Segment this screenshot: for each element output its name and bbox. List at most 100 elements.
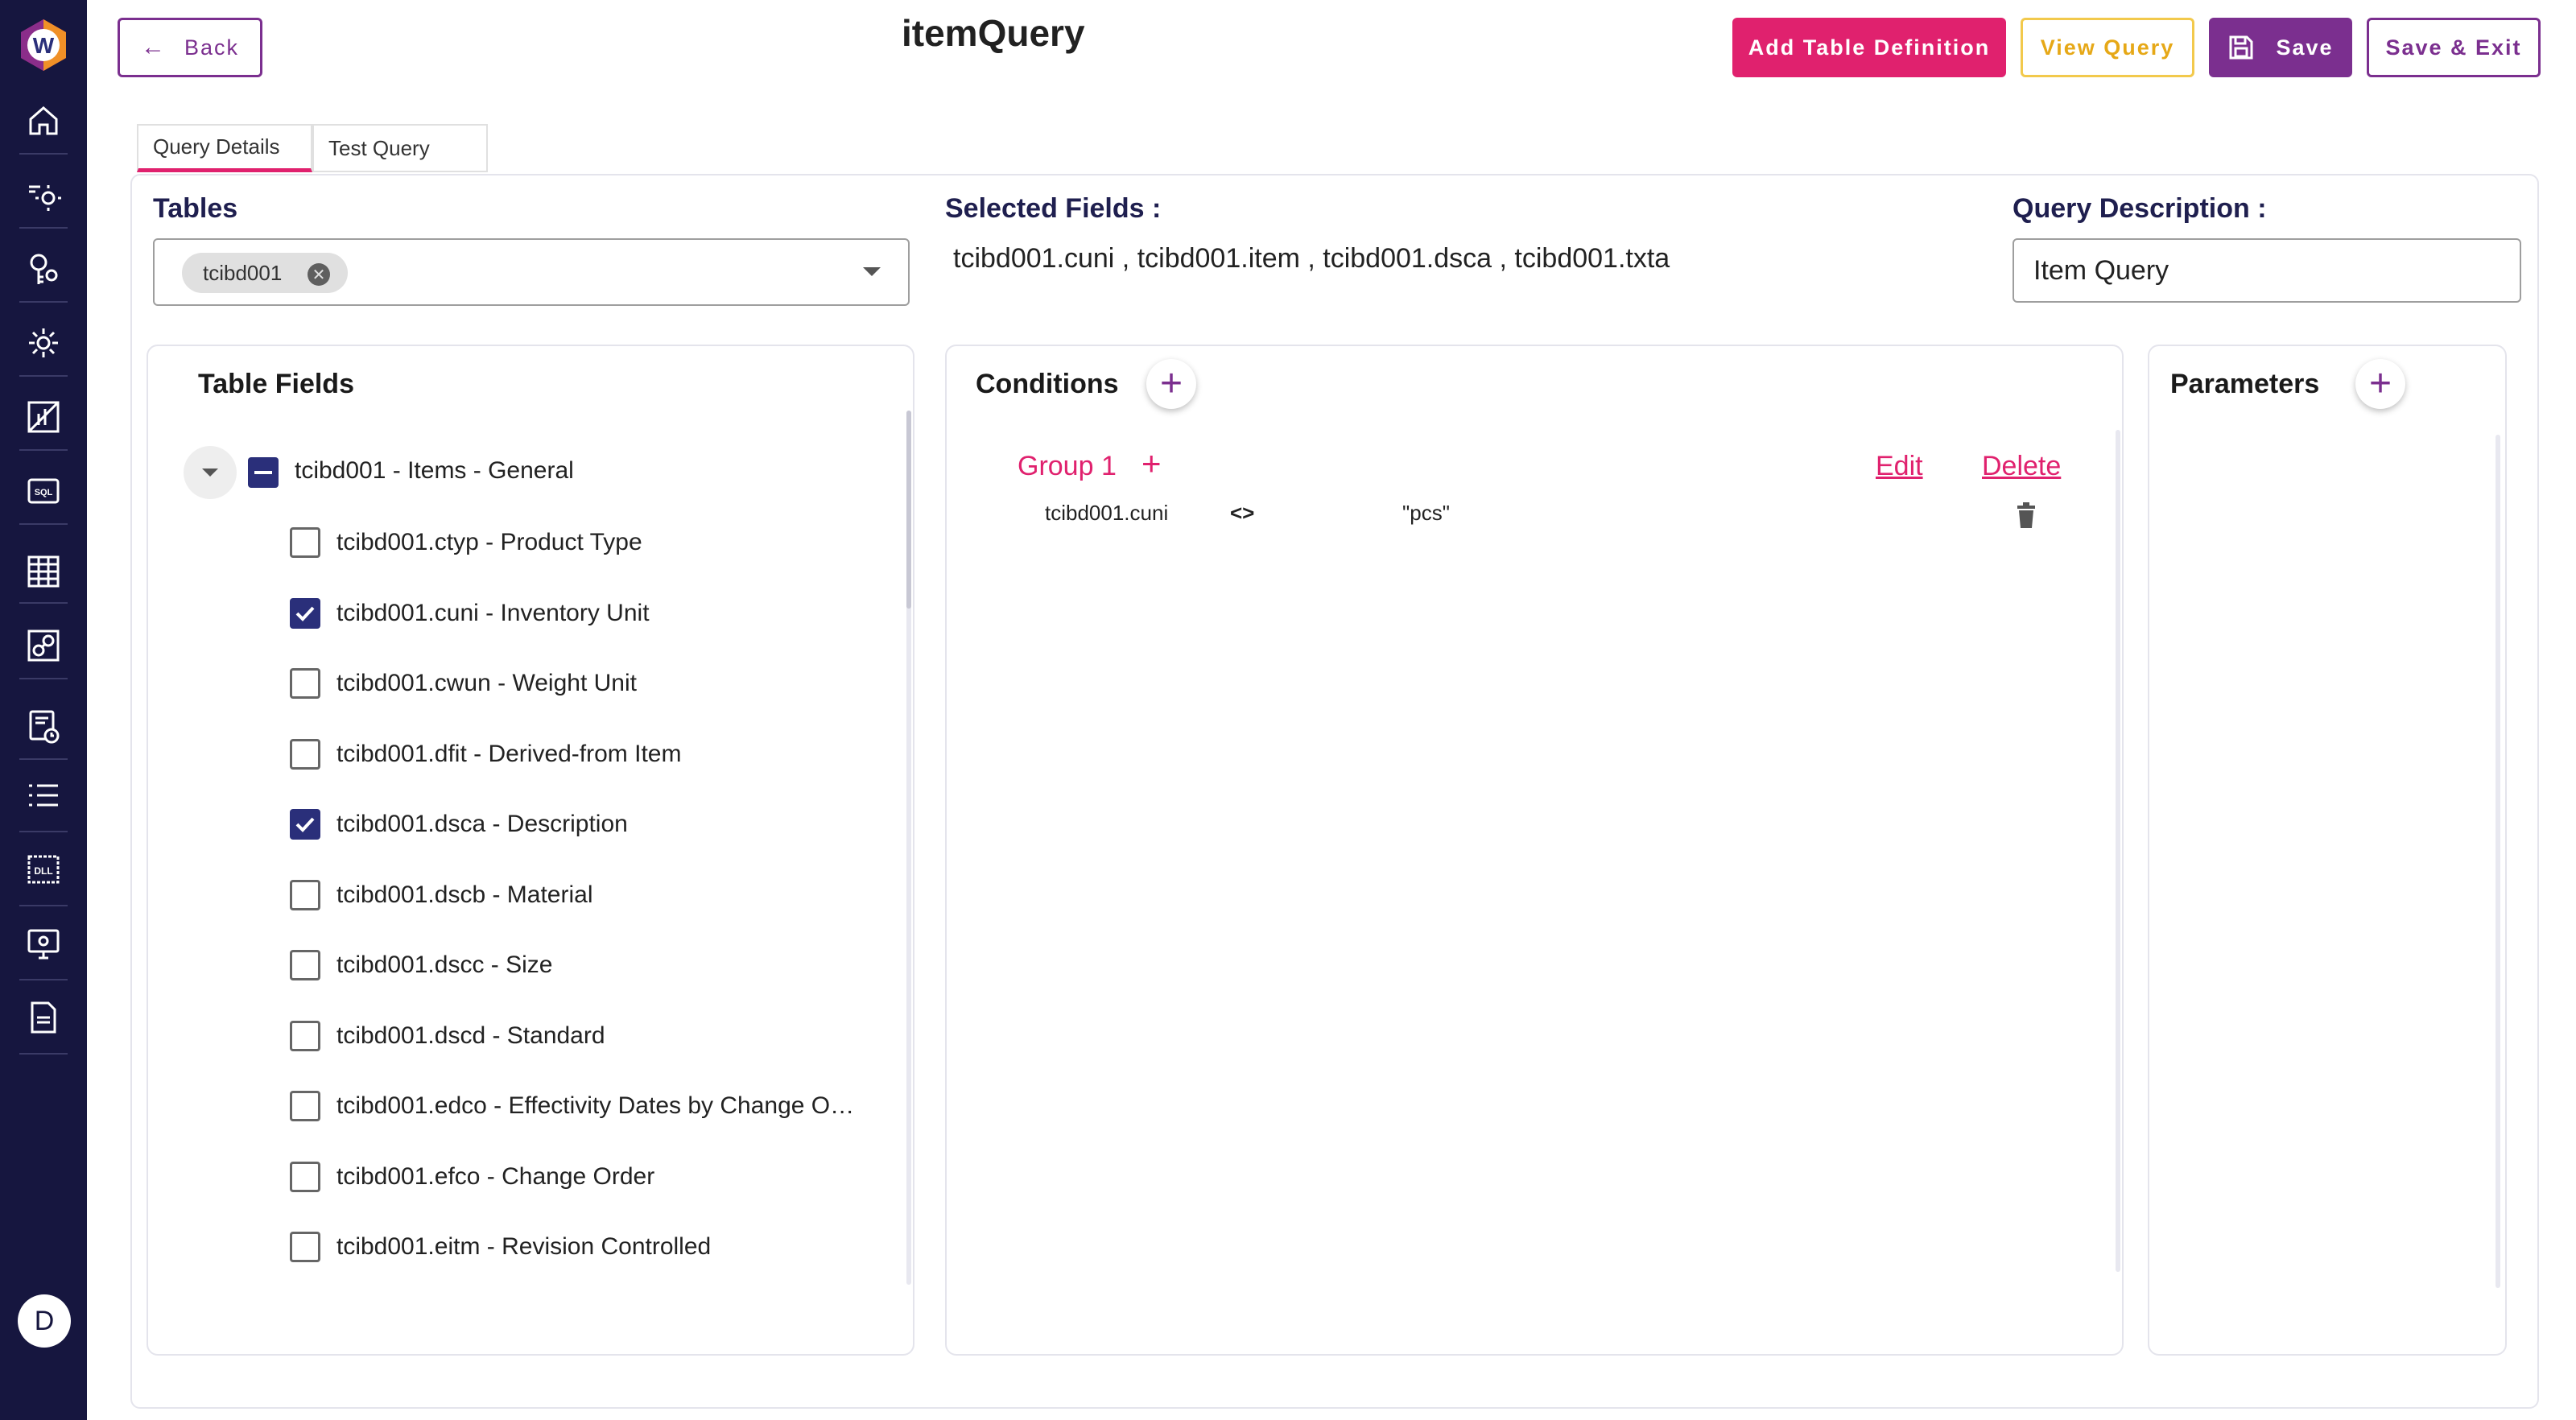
- field-label: tcibd001.dfit - Derived-from Item: [336, 741, 682, 767]
- checkbox-unchecked[interactable]: [290, 950, 320, 980]
- back-button[interactable]: ← Back: [118, 18, 262, 77]
- condition-field: tcibd001.cuni: [1045, 501, 1169, 525]
- checkbox-unchecked[interactable]: [290, 1232, 320, 1262]
- conditions-card: Conditions +: [945, 345, 2124, 1356]
- conditions-title: Conditions: [976, 369, 1119, 399]
- schedule-report-icon[interactable]: [24, 707, 63, 745]
- save-and-exit-button[interactable]: Save & Exit: [2367, 18, 2541, 77]
- gear-icon[interactable]: [24, 324, 63, 362]
- checkbox-checked[interactable]: [290, 598, 320, 629]
- check-icon: [295, 817, 315, 832]
- sidebar-separator: [19, 301, 68, 303]
- delete-group-link[interactable]: Delete: [1982, 451, 2061, 482]
- edit-group-link[interactable]: Edit: [1876, 451, 1923, 482]
- table-fields-title: Table Fields: [198, 369, 354, 399]
- user-avatar[interactable]: D: [18, 1294, 71, 1348]
- sql-icon[interactable]: SQL: [24, 472, 63, 510]
- condition-operator: <>: [1230, 501, 1255, 525]
- field-label: tcibd001.dscc - Size: [336, 951, 553, 978]
- table-icon[interactable]: [24, 552, 63, 591]
- app-root: W SQL DLL D ← Back itemQuery Add Table D…: [0, 0, 2576, 1420]
- save-button[interactable]: Save: [2209, 18, 2352, 77]
- checkbox-unchecked[interactable]: [290, 880, 320, 910]
- svg-text:DLL: DLL: [34, 865, 52, 877]
- parameters-scrollbar[interactable]: [2496, 435, 2500, 1288]
- sidebar-separator: [19, 375, 68, 377]
- checkbox-unchecked[interactable]: [290, 1162, 320, 1192]
- field-label: tcibd001.edco - Effectivity Dates by Cha…: [336, 1092, 860, 1119]
- tab-test-query[interactable]: Test Query: [312, 124, 488, 172]
- document-icon[interactable]: [24, 998, 63, 1037]
- expand-toggle-icon[interactable]: [184, 446, 237, 499]
- group-label: Group 1: [1018, 451, 1117, 481]
- field-row[interactable]: tcibd001.edco - Effectivity Dates by Cha…: [290, 1088, 860, 1124]
- query-description-input[interactable]: [2013, 238, 2521, 303]
- view-query-button[interactable]: View Query: [2021, 18, 2194, 77]
- home-icon[interactable]: [24, 101, 63, 140]
- add-parameter-button[interactable]: +: [2355, 359, 2405, 409]
- monitor-icon[interactable]: [24, 924, 63, 963]
- checkbox-unchecked[interactable]: [290, 1091, 320, 1121]
- field-label: tcibd001.eitm - Revision Controlled: [336, 1233, 712, 1260]
- svg-text:W: W: [33, 33, 55, 58]
- svg-text:SQL: SQL: [35, 488, 53, 497]
- table-fields-scroll-thumb[interactable]: [906, 411, 911, 609]
- root-checkbox[interactable]: [248, 457, 279, 488]
- settings-flow-icon[interactable]: [24, 175, 63, 214]
- tree-root-node: tcibd001 - Items - General: [184, 446, 574, 499]
- tree-root-label: tcibd001 - Items - General: [295, 457, 574, 484]
- sidebar-separator: [19, 678, 68, 679]
- chevron-down-icon[interactable]: [863, 267, 881, 276]
- sidebar-separator: [19, 831, 68, 832]
- field-row[interactable]: tcibd001.dscc - Size: [290, 947, 552, 983]
- checkbox-unchecked[interactable]: [290, 739, 320, 770]
- condition-value: "pcs": [1402, 501, 1450, 525]
- tab-query-details[interactable]: Query Details: [137, 124, 312, 172]
- field-row[interactable]: tcibd001.cwun - Weight Unit: [290, 666, 637, 701]
- field-row[interactable]: tcibd001.ctyp - Product Type: [290, 525, 642, 560]
- sidebar: W SQL DLL D: [0, 0, 87, 1420]
- selected-fields-label: Selected Fields :: [945, 193, 1162, 224]
- field-label: tcibd001.dscb - Material: [336, 881, 593, 908]
- trash-icon[interactable]: [2016, 502, 2037, 528]
- field-row[interactable]: tcibd001.dsca - Description: [290, 807, 628, 842]
- field-row[interactable]: tcibd001.dscd - Standard: [290, 1018, 605, 1054]
- logo-icon[interactable]: W: [18, 18, 69, 72]
- list-icon[interactable]: [24, 776, 63, 815]
- sidebar-separator: [19, 905, 68, 906]
- sidebar-separator: [19, 227, 68, 229]
- page-title: itemQuery: [902, 12, 1085, 54]
- field-label: tcibd001.efco - Change Order: [336, 1163, 655, 1190]
- dll-icon[interactable]: DLL: [24, 850, 63, 889]
- chart-icon[interactable]: [24, 398, 63, 436]
- key-gear-icon[interactable]: [24, 250, 63, 288]
- save-icon: [2229, 35, 2253, 60]
- check-icon: [295, 606, 315, 621]
- connection-icon[interactable]: [24, 626, 63, 665]
- query-description-label: Query Description :: [2013, 193, 2267, 224]
- add-table-definition-button[interactable]: Add Table Definition: [1732, 18, 2006, 77]
- checkbox-unchecked[interactable]: [290, 668, 320, 699]
- chip-remove-icon[interactable]: ✕: [308, 263, 330, 286]
- parameters-card: Parameters +: [2148, 345, 2507, 1356]
- field-row[interactable]: tcibd001.dfit - Derived-from Item: [290, 737, 681, 772]
- tables-select[interactable]: tcibd001 ✕: [153, 238, 910, 306]
- field-row[interactable]: tcibd001.eitm - Revision Controlled: [290, 1229, 711, 1265]
- field-row[interactable]: tcibd001.efco - Change Order: [290, 1159, 654, 1195]
- sidebar-separator: [19, 602, 68, 604]
- checkbox-unchecked[interactable]: [290, 1021, 320, 1051]
- add-group-condition-button[interactable]: +: [1141, 444, 1162, 483]
- checkbox-checked[interactable]: [290, 809, 320, 840]
- sidebar-separator: [19, 523, 68, 525]
- conditions-scrollbar[interactable]: [2116, 430, 2120, 1272]
- add-condition-button[interactable]: +: [1146, 359, 1196, 409]
- table-fields-card: Table Fields: [147, 345, 914, 1356]
- sidebar-separator: [19, 979, 68, 980]
- field-row[interactable]: tcibd001.cuni - Inventory Unit: [290, 596, 650, 631]
- field-label: tcibd001.dscd - Standard: [336, 1022, 605, 1049]
- back-button-label: Back: [184, 35, 240, 60]
- field-label: tcibd001.cuni - Inventory Unit: [336, 600, 650, 626]
- field-row[interactable]: tcibd001.dscb - Material: [290, 877, 593, 913]
- checkbox-unchecked[interactable]: [290, 527, 320, 558]
- tables-label: Tables: [153, 193, 238, 224]
